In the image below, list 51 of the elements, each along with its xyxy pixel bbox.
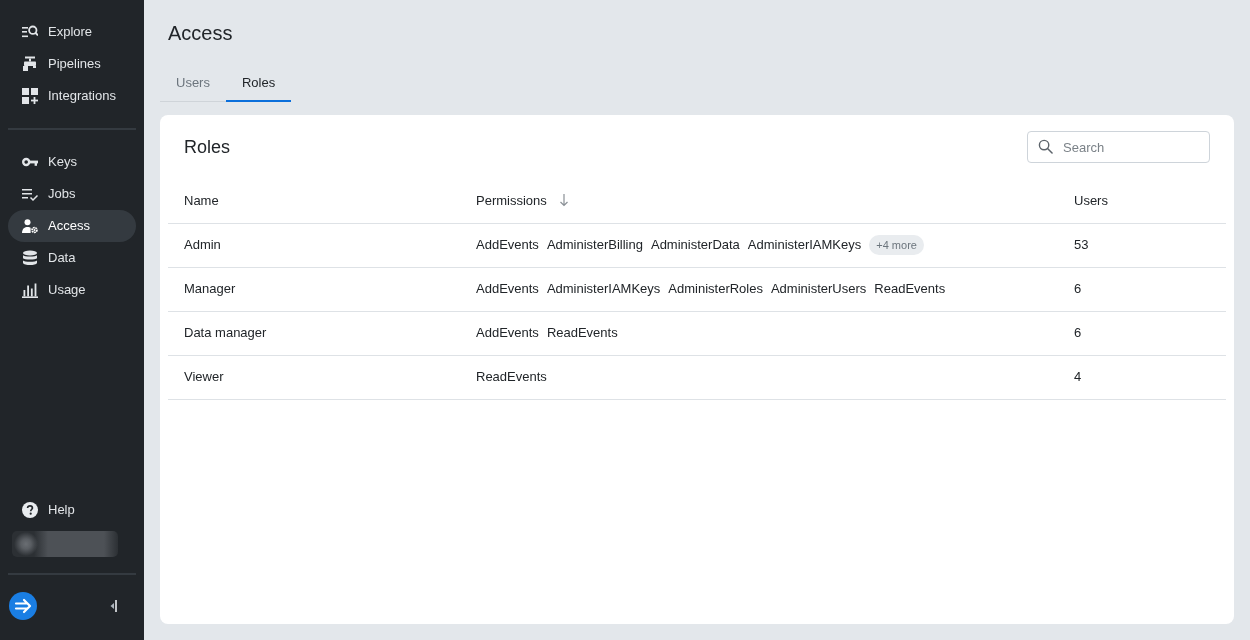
column-header[interactable]: Permissions	[460, 179, 1058, 223]
user-count-cell: 6	[1058, 267, 1226, 311]
sidebar-item[interactable]: Jobs	[8, 178, 136, 210]
permission-label: ReadEvents	[874, 280, 946, 299]
database-icon	[22, 250, 38, 266]
user-count-cell: 6	[1058, 311, 1226, 355]
permission-label: AddEvents	[476, 324, 539, 343]
tab[interactable]: Users	[160, 66, 226, 102]
more-permissions-badge[interactable]: +4 more	[869, 235, 924, 255]
role-name-cell: Viewer	[168, 355, 460, 399]
bar-chart-icon	[22, 282, 38, 298]
permission-label: ReadEvents	[546, 324, 618, 343]
permission-label: AddEvents	[476, 236, 539, 255]
search-icon	[1038, 139, 1053, 154]
role-name-cell: Data manager	[168, 311, 460, 355]
permission-label: AdministerIAMKeys	[546, 280, 661, 299]
permission-label: AddEvents	[476, 280, 539, 299]
role-name-cell: Manager	[168, 267, 460, 311]
role-name-cell: Admin	[168, 223, 460, 267]
column-header[interactable]: Users	[1058, 179, 1226, 223]
sidebar-item[interactable]: Access	[8, 210, 136, 242]
card-title: Roles	[184, 136, 231, 158]
column-header[interactable]: Name	[168, 179, 460, 223]
user-count-cell: 4	[1058, 355, 1226, 399]
user-count-cell: 53	[1058, 223, 1226, 267]
grid-plus-icon	[22, 88, 38, 104]
arrow-right-icon	[9, 592, 37, 620]
search-field[interactable]: Search	[1027, 131, 1210, 163]
permission-label: AdministerIAMKeys	[747, 236, 862, 255]
arrow-down-icon[interactable]	[558, 193, 569, 207]
permission-label: AdministerData	[650, 236, 740, 255]
sidebar-item[interactable]: Integrations	[8, 80, 136, 112]
help-icon	[22, 502, 38, 518]
expand-button[interactable]	[9, 592, 37, 620]
permission-label: AdministerUsers	[770, 280, 867, 299]
sidebar-item[interactable]: Data	[8, 242, 136, 274]
permission-label: AdministerRoles	[668, 280, 763, 299]
collapse-sidebar-icon[interactable]	[109, 598, 117, 614]
sidebar-item[interactable]: Keys	[8, 146, 136, 178]
page-title: Access	[168, 21, 234, 45]
tab[interactable]: Roles	[225, 66, 292, 102]
list-search-icon	[22, 24, 38, 40]
sidebar-item[interactable]: Usage	[8, 274, 136, 306]
user-gear-icon	[22, 218, 38, 234]
list-check-icon	[22, 186, 38, 202]
help-link[interactable]: Help	[8, 494, 136, 526]
permission-label: AdministerBilling	[546, 236, 643, 255]
sidebar-item[interactable]: Pipelines	[8, 48, 136, 80]
permission-label: ReadEvents	[476, 368, 547, 387]
sidebar-item[interactable]: Explore	[8, 16, 136, 48]
faucet-icon	[22, 56, 38, 72]
